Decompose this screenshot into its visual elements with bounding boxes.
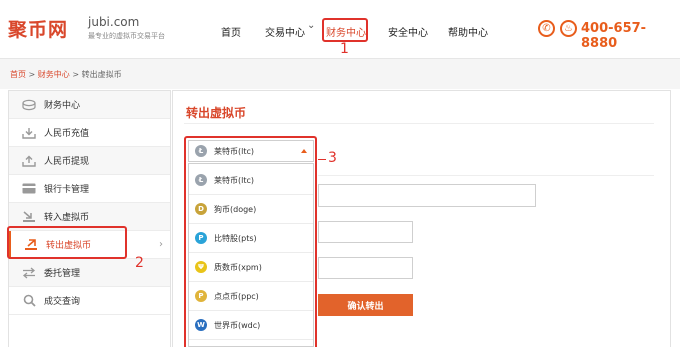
confirm-withdraw-button[interactable]: 确认转出 xyxy=(318,294,413,316)
highlight-box-3 xyxy=(184,136,317,347)
breadcrumb-current: 转出虚拟币 xyxy=(81,70,122,79)
download-tray-icon xyxy=(20,127,38,139)
sidebar: 财务中心 人民币充值 人民币提现 银行卡管理 转入虚拟币 转出虚拟币 › 委托管… xyxy=(8,90,171,347)
search-icon xyxy=(20,294,38,307)
amount-input[interactable] xyxy=(318,221,413,243)
logo-slogan: 最专业的虚拟币交易平台 xyxy=(88,32,165,40)
phone-number: 400-657-8880 xyxy=(581,21,647,51)
annotation-2: 2 xyxy=(135,255,144,271)
upload-tray-icon xyxy=(20,155,38,167)
breadcrumb-home[interactable]: 首页 xyxy=(10,70,26,79)
coins-icon xyxy=(20,99,38,111)
bell-icon: ♨ xyxy=(560,20,577,37)
breadcrumb-separator: > xyxy=(72,70,80,79)
trade-password-input[interactable] xyxy=(318,257,413,279)
breadcrumb: 首页 > 财务中心 > 转出虚拟币 xyxy=(10,69,122,80)
chevron-right-icon: › xyxy=(159,239,163,250)
nav-security-center[interactable]: 安全中心 xyxy=(388,24,428,39)
card-icon xyxy=(20,183,38,194)
annotation-1: 1 xyxy=(340,41,349,57)
highlight-box-1 xyxy=(322,18,368,42)
address-input[interactable] xyxy=(318,184,536,207)
nav-trade-center[interactable]: 交易中心 xyxy=(265,24,305,39)
sidebar-item-rmb-deposit[interactable]: 人民币充值 xyxy=(9,119,170,147)
swap-icon xyxy=(20,267,38,279)
breadcrumb-finance[interactable]: 财务中心 xyxy=(38,70,70,79)
sidebar-item-bank-cards[interactable]: 银行卡管理 xyxy=(9,175,170,203)
highlight-box-2 xyxy=(7,226,127,259)
form-divider xyxy=(318,175,654,176)
sidebar-item-label: 委托管理 xyxy=(44,269,81,279)
sidebar-item-label: 财务中心 xyxy=(44,101,81,111)
sidebar-item-label: 人民币充值 xyxy=(44,129,90,139)
breadcrumb-separator: > xyxy=(28,70,36,79)
phone-icon: ✆ xyxy=(538,20,555,37)
annotation-3-leader xyxy=(318,159,326,160)
sidebar-item-label: 银行卡管理 xyxy=(44,185,90,195)
sidebar-item-label: 人民币提现 xyxy=(44,157,90,167)
page-title: 转出虚拟币 xyxy=(186,106,247,120)
sidebar-item-label: 转入虚拟币 xyxy=(44,213,90,223)
sidebar-item-label: 成交查询 xyxy=(44,297,81,307)
sidebar-item-finance-center[interactable]: 财务中心 xyxy=(9,91,170,119)
import-icon xyxy=(20,210,38,223)
annotation-3: 3 xyxy=(328,150,337,166)
nav-help-center[interactable]: 帮助中心 xyxy=(448,24,488,39)
nav-home[interactable]: 首页 xyxy=(221,24,241,39)
logo-domain: jubi.com xyxy=(88,15,140,29)
logo[interactable]: 聚币网 xyxy=(8,15,68,42)
sidebar-item-rmb-withdraw[interactable]: 人民币提现 xyxy=(9,147,170,175)
chevron-down-icon: ⌄ xyxy=(307,20,316,31)
title-divider xyxy=(184,123,654,124)
sidebar-item-orders[interactable]: 委托管理 xyxy=(9,259,170,287)
sidebar-item-trade-query[interactable]: 成交查询 xyxy=(9,287,170,315)
